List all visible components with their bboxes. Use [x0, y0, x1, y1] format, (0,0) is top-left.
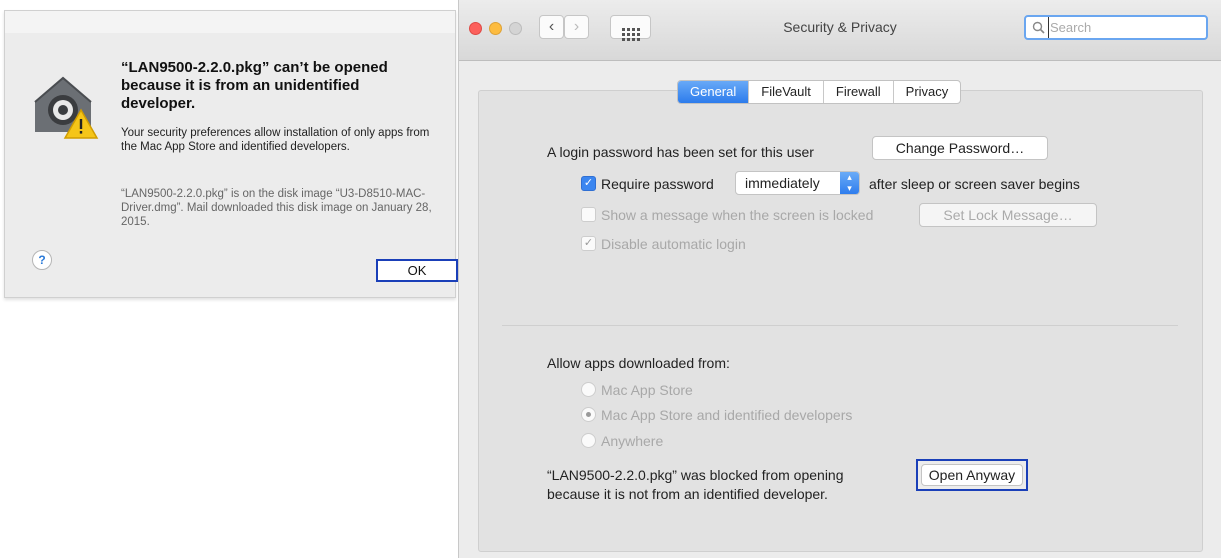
alert-note: “LAN9500-2.2.0.pkg” is on the disk image… [121, 188, 432, 228]
require-password-checkbox[interactable]: ✓ [581, 176, 596, 191]
security-privacy-window: ‹ › Security & Privacy Search General Fi… [458, 0, 1221, 558]
radio-label-anywhere: Anywhere [601, 433, 664, 449]
tab-firewall[interactable]: Firewall [822, 81, 893, 103]
open-anyway-highlight: Open Anyway [916, 459, 1028, 491]
show-message-label: Show a message when the screen is locked [601, 207, 874, 223]
search-field[interactable]: Search [1024, 15, 1208, 40]
tab-filevault[interactable]: FileVault [748, 81, 823, 103]
section-divider [502, 325, 1178, 326]
allow-apps-heading: Allow apps downloaded from: [547, 355, 730, 371]
ok-button[interactable]: OK [376, 259, 458, 282]
radio-anywhere[interactable] [581, 433, 596, 448]
password-set-text: A login password has been set for this u… [547, 144, 814, 160]
window-titlebar: ‹ › Security & Privacy Search [459, 0, 1221, 61]
open-anyway-button[interactable]: Open Anyway [921, 464, 1023, 486]
show-message-checkbox[interactable] [581, 207, 596, 222]
tab-general[interactable]: General [678, 81, 749, 103]
alert-top-bar [5, 11, 455, 33]
search-icon [1032, 21, 1045, 34]
gatekeeper-warning-icon [34, 76, 99, 139]
radio-mac-app-store-identified[interactable] [581, 407, 596, 422]
require-password-label: Require password [601, 176, 714, 192]
alert-body: Your security preferences allow installa… [121, 127, 430, 153]
radio-selected-dot [586, 412, 591, 417]
radio-mac-app-store[interactable] [581, 382, 596, 397]
disable-autologin-label: Disable automatic login [601, 236, 746, 252]
unidentified-developer-alert: “LAN9500-2.2.0.pkg” can’t be opened beca… [4, 10, 458, 298]
tab-bar: General FileVault Firewall Privacy [677, 80, 962, 104]
radio-label-mac-app-store-identified: Mac App Store and identified developers [601, 407, 853, 423]
require-password-delay-select[interactable]: immediately ▴ ▾ [735, 171, 860, 195]
tab-privacy[interactable]: Privacy [892, 81, 961, 103]
blocked-message: “LAN9500-2.2.0.pkg” was blocked from ope… [547, 467, 844, 502]
alert-title: “LAN9500-2.2.0.pkg” can’t be opened beca… [121, 59, 388, 112]
require-password-suffix: after sleep or screen saver begins [869, 176, 1080, 192]
help-button[interactable]: ? [32, 250, 52, 270]
select-arrows-icon: ▴ ▾ [840, 172, 859, 194]
select-value: immediately [745, 175, 820, 191]
radio-label-mac-app-store: Mac App Store [601, 382, 693, 398]
search-input[interactable]: Search [1048, 17, 1091, 38]
set-lock-message-button[interactable]: Set Lock Message… [919, 203, 1097, 227]
disable-autologin-checkbox[interactable]: ✓ [581, 236, 596, 251]
change-password-button[interactable]: Change Password… [872, 136, 1048, 160]
